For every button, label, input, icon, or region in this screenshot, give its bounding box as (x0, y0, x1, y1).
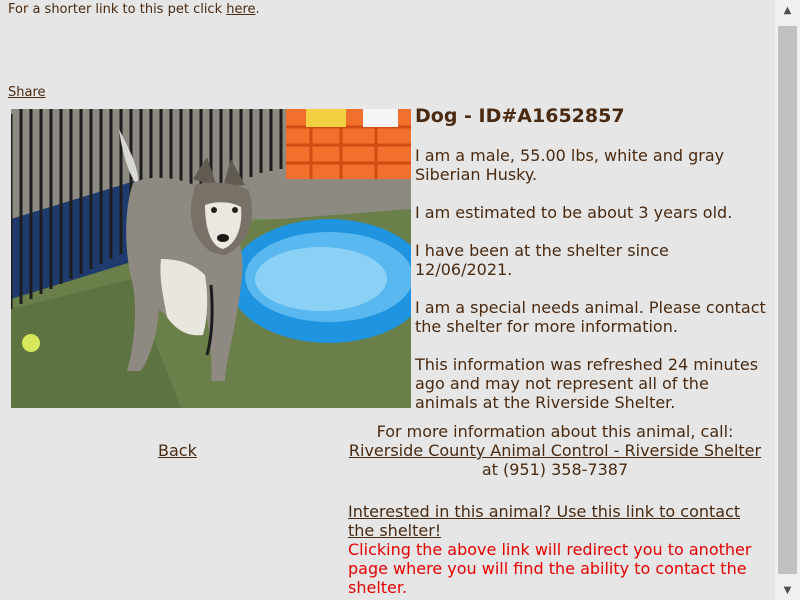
pet-title: Dog - ID#A1652857 (415, 105, 625, 127)
short-link-prefix: For a shorter link to this pet click (8, 2, 227, 17)
short-link-line: For a shorter link to this pet click her… (8, 2, 260, 17)
short-link[interactable]: here (226, 2, 255, 17)
scroll-up-icon[interactable]: ▲ (775, 0, 800, 20)
contact-shelter-link[interactable]: Interested in this animal? Use this link… (348, 502, 762, 540)
pet-age: I am estimated to be about 3 years old. (415, 203, 733, 222)
more-info-contact-line: Riverside County Animal Control - Rivers… (348, 441, 762, 479)
share-link[interactable]: Share (8, 85, 46, 100)
scroll-down-icon[interactable]: ▼ (775, 580, 800, 600)
short-link-suffix: . (255, 2, 260, 17)
scroll-thumb[interactable] (778, 26, 797, 574)
pet-description: I am a male, 55.00 lbs, white and gray S… (415, 146, 725, 184)
more-info-text: For more information about this animal, … (376, 422, 734, 441)
pet-shelter-since: I have been at the shelter since 12/06/2… (415, 241, 669, 279)
pet-special-needs: I am a special needs animal. Please cont… (415, 298, 766, 336)
more-info: For more information about this animal, … (348, 422, 762, 479)
shelter-phone: at (951) 358-7387 (481, 460, 629, 479)
pet-photo (11, 109, 411, 408)
pet-refresh-note: This information was refreshed 24 minute… (415, 355, 759, 412)
vertical-scrollbar[interactable]: ▲ ▼ (775, 0, 800, 600)
redirect-note: Clicking the above link will redirect yo… (348, 540, 752, 597)
shelter-link[interactable]: Riverside County Animal Control - Rivers… (349, 441, 761, 460)
pet-details: Dog - ID#A1652857 I am a male, 55.00 lbs… (415, 104, 771, 431)
back-link[interactable]: Back (158, 441, 197, 460)
